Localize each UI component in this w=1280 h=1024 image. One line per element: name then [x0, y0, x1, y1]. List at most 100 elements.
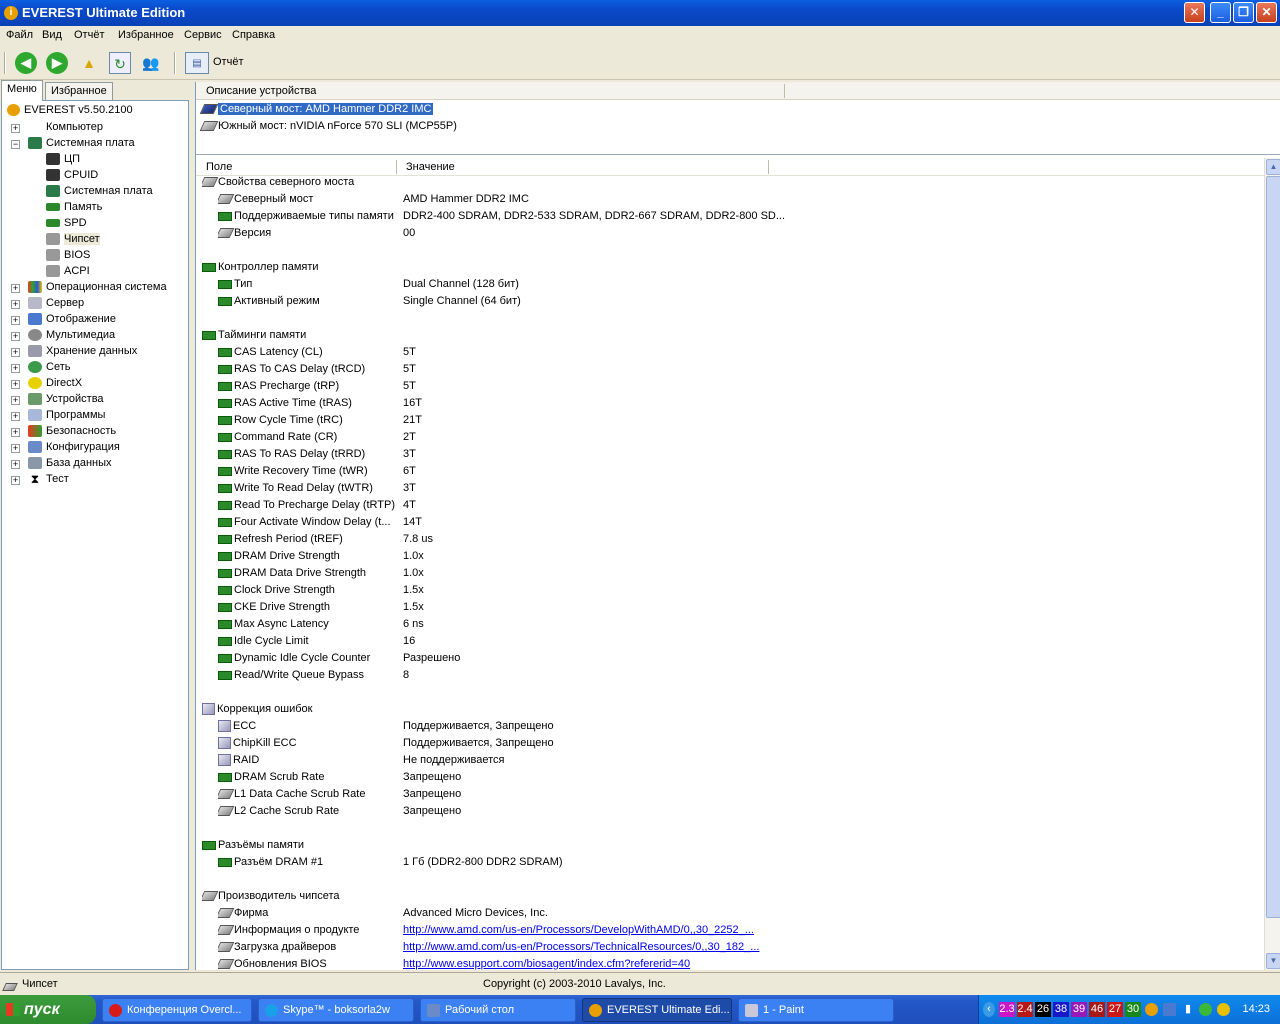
expand-icon[interactable]: + — [11, 364, 20, 373]
property-group[interactable]: Свойства северного моста — [196, 176, 1264, 193]
menu-file[interactable]: Файл — [6, 29, 33, 41]
tree-item-bios[interactable]: BIOS — [46, 249, 90, 265]
property-row[interactable]: Clock Drive Strength 1.5x — [196, 584, 1264, 601]
report-button[interactable]: Отчёт — [213, 56, 243, 68]
column-divider[interactable] — [768, 160, 769, 174]
tree-item-storage[interactable]: + Хранение данных — [11, 345, 137, 361]
property-row[interactable]: Обновления BIOS http://www.esupport.com/b… — [196, 958, 1264, 970]
property-row[interactable]: CAS Latency (CL) 5T — [196, 346, 1264, 363]
property-row[interactable]: Фирма Advanced Micro Devices, Inc. — [196, 907, 1264, 924]
expand-icon[interactable]: + — [11, 444, 20, 453]
tree-item-acpi[interactable]: ACPI — [46, 265, 90, 281]
menu-service[interactable]: Сервис — [184, 29, 222, 41]
property-row[interactable]: Тип Dual Channel (128 бит) — [196, 278, 1264, 295]
tree-item-devices[interactable]: + Устройства — [11, 393, 104, 409]
signal-tray-icon[interactable]: ▮ — [1181, 1002, 1195, 1017]
expand-icon[interactable]: + — [11, 412, 20, 421]
column-divider[interactable] — [784, 84, 785, 98]
task-everest[interactable]: EVEREST Ultimate Edi... — [582, 998, 732, 1022]
property-row[interactable]: Row Cycle Time (tRC) 21T — [196, 414, 1264, 431]
tree-item-server[interactable]: + Сервер — [11, 297, 84, 313]
scroll-up-button[interactable]: ▲ — [1266, 159, 1280, 175]
property-row[interactable]: Four Activate Window Delay (t... 14T — [196, 516, 1264, 533]
property-group[interactable]: Производитель чипсета — [196, 890, 1264, 907]
tree-root[interactable]: EVEREST v5.50.2100 — [7, 104, 133, 120]
task-skype[interactable]: Skype™ - boksorla2w — [258, 998, 414, 1022]
property-group[interactable]: Коррекция ошибок — [196, 703, 1264, 720]
property-row[interactable]: RAS To RAS Delay (tRRD) 3T — [196, 448, 1264, 465]
start-button[interactable]: пуск — [0, 995, 96, 1024]
device-item-southbridge[interactable]: Южный мост: nVIDIA nForce 570 SLI (MCP55… — [199, 120, 457, 136]
menu-view[interactable]: Вид — [42, 29, 62, 41]
expand-icon[interactable]: + — [11, 460, 20, 469]
tree-item-memory[interactable]: Память — [46, 201, 102, 217]
expand-icon[interactable]: + — [11, 380, 20, 389]
tree-item-multimedia[interactable]: + Мультимедиа — [11, 329, 115, 345]
property-row[interactable]: Северный мост AMD Hammer DDR2 IMC — [196, 193, 1264, 210]
tree-item-computer[interactable]: + Компьютер — [11, 121, 103, 137]
property-row[interactable]: L2 Cache Scrub Rate Запрещено — [196, 805, 1264, 822]
tree-item-os[interactable]: + Операционная система — [11, 281, 167, 297]
property-group[interactable]: Тайминги памяти — [196, 329, 1264, 346]
value-link[interactable]: http://www.amd.com/us-en/Processors/Tech… — [403, 941, 759, 953]
value-link[interactable]: http://www.esupport.com/biosagent/index.… — [403, 958, 690, 970]
property-row[interactable]: Активный режим Single Channel (64 бит) — [196, 295, 1264, 312]
property-row[interactable]: DRAM Scrub Rate Запрещено — [196, 771, 1264, 788]
back-icon[interactable]: ◀ — [15, 52, 37, 74]
device-item-northbridge[interactable]: Северный мост: AMD Hammer DDR2 IMC — [199, 102, 435, 119]
tree-item-network[interactable]: + Сеть — [11, 361, 70, 377]
tree-item-database[interactable]: + База данных — [11, 457, 112, 473]
device-column-header[interactable]: Описание устройства — [206, 85, 316, 97]
tree-item-cpuid[interactable]: CPUID — [46, 169, 98, 185]
property-row[interactable]: Write Recovery Time (tWR) 6T — [196, 465, 1264, 482]
tab-favorites[interactable]: Избранное — [45, 82, 113, 100]
value-link[interactable]: http://www.amd.com/us-en/Processors/Deve… — [403, 924, 754, 936]
property-row[interactable]: Поддерживаемые типы памяти DDR2-400 SDRAM… — [196, 210, 1264, 227]
expand-icon[interactable]: + — [11, 476, 20, 485]
property-row[interactable]: Read/Write Queue Bypass 8 — [196, 669, 1264, 686]
property-row[interactable]: ECC Поддерживается, Запрещено — [196, 720, 1264, 737]
task-opera[interactable]: Конференция Overcl... — [102, 998, 252, 1022]
close-report-button[interactable]: ✕ — [1184, 2, 1205, 23]
report-icon[interactable]: ▤ — [185, 52, 209, 74]
field-column-header[interactable]: Поле — [206, 161, 232, 173]
tree-item-security[interactable]: + Безопасность — [11, 425, 116, 441]
property-row[interactable]: RAS Precharge (tRP) 5T — [196, 380, 1264, 397]
task-desktop[interactable]: Рабочий стол — [420, 998, 576, 1022]
property-row[interactable]: RAS Active Time (tRAS) 16T — [196, 397, 1264, 414]
tab-menu[interactable]: Меню — [1, 80, 43, 101]
column-divider[interactable] — [396, 160, 397, 174]
skype-tray-icon[interactable] — [1199, 1003, 1212, 1016]
property-row[interactable]: Версия 00 — [196, 227, 1264, 244]
tree-item-display[interactable]: + Отображение — [11, 313, 116, 329]
property-group[interactable]: Контроллер памяти — [196, 261, 1264, 278]
refresh-icon[interactable]: ↻ — [109, 52, 131, 74]
tree-item-config[interactable]: + Конфигурация — [11, 441, 120, 457]
property-row[interactable]: DRAM Data Drive Strength 1.0x — [196, 567, 1264, 584]
expand-icon[interactable]: + — [11, 428, 20, 437]
value-column-header[interactable]: Значение — [406, 161, 455, 173]
scroll-thumb[interactable] — [1266, 176, 1280, 918]
property-row[interactable]: Read To Precharge Delay (tRTP) 4T — [196, 499, 1264, 516]
expand-icon[interactable]: + — [11, 300, 20, 309]
restore-button[interactable]: ❐ — [1233, 2, 1254, 23]
vertical-scrollbar[interactable]: ▲ ▼ — [1264, 158, 1280, 970]
tree-item-directx[interactable]: + DirectX — [11, 377, 82, 393]
expand-icon[interactable]: + — [11, 348, 20, 357]
property-row[interactable]: RAID Не поддерживается — [196, 754, 1264, 771]
tree-item-cpu[interactable]: ЦП — [46, 153, 80, 169]
tray-arrow-icon[interactable]: ‹ — [983, 1002, 995, 1017]
forward-icon[interactable]: ▶ — [46, 52, 68, 74]
property-row[interactable]: Idle Cycle Limit 16 — [196, 635, 1264, 652]
tree-item-test[interactable]: + ⧗ Тест — [11, 473, 69, 489]
property-group[interactable]: Разъёмы памяти — [196, 839, 1264, 856]
expand-icon[interactable]: + — [11, 316, 20, 325]
property-row[interactable]: ChipKill ECC Поддерживается, Запрещено — [196, 737, 1264, 754]
property-row[interactable]: Command Rate (CR) 2T — [196, 431, 1264, 448]
task-paint[interactable]: 1 - Paint — [738, 998, 894, 1022]
minimize-button[interactable]: _ — [1210, 2, 1231, 23]
menu-help[interactable]: Справка — [232, 29, 275, 41]
property-row[interactable]: Информация о продукте http://www.amd.com/… — [196, 924, 1264, 941]
expand-icon[interactable]: + — [11, 284, 20, 293]
network-tray-icon[interactable] — [1163, 1003, 1176, 1016]
